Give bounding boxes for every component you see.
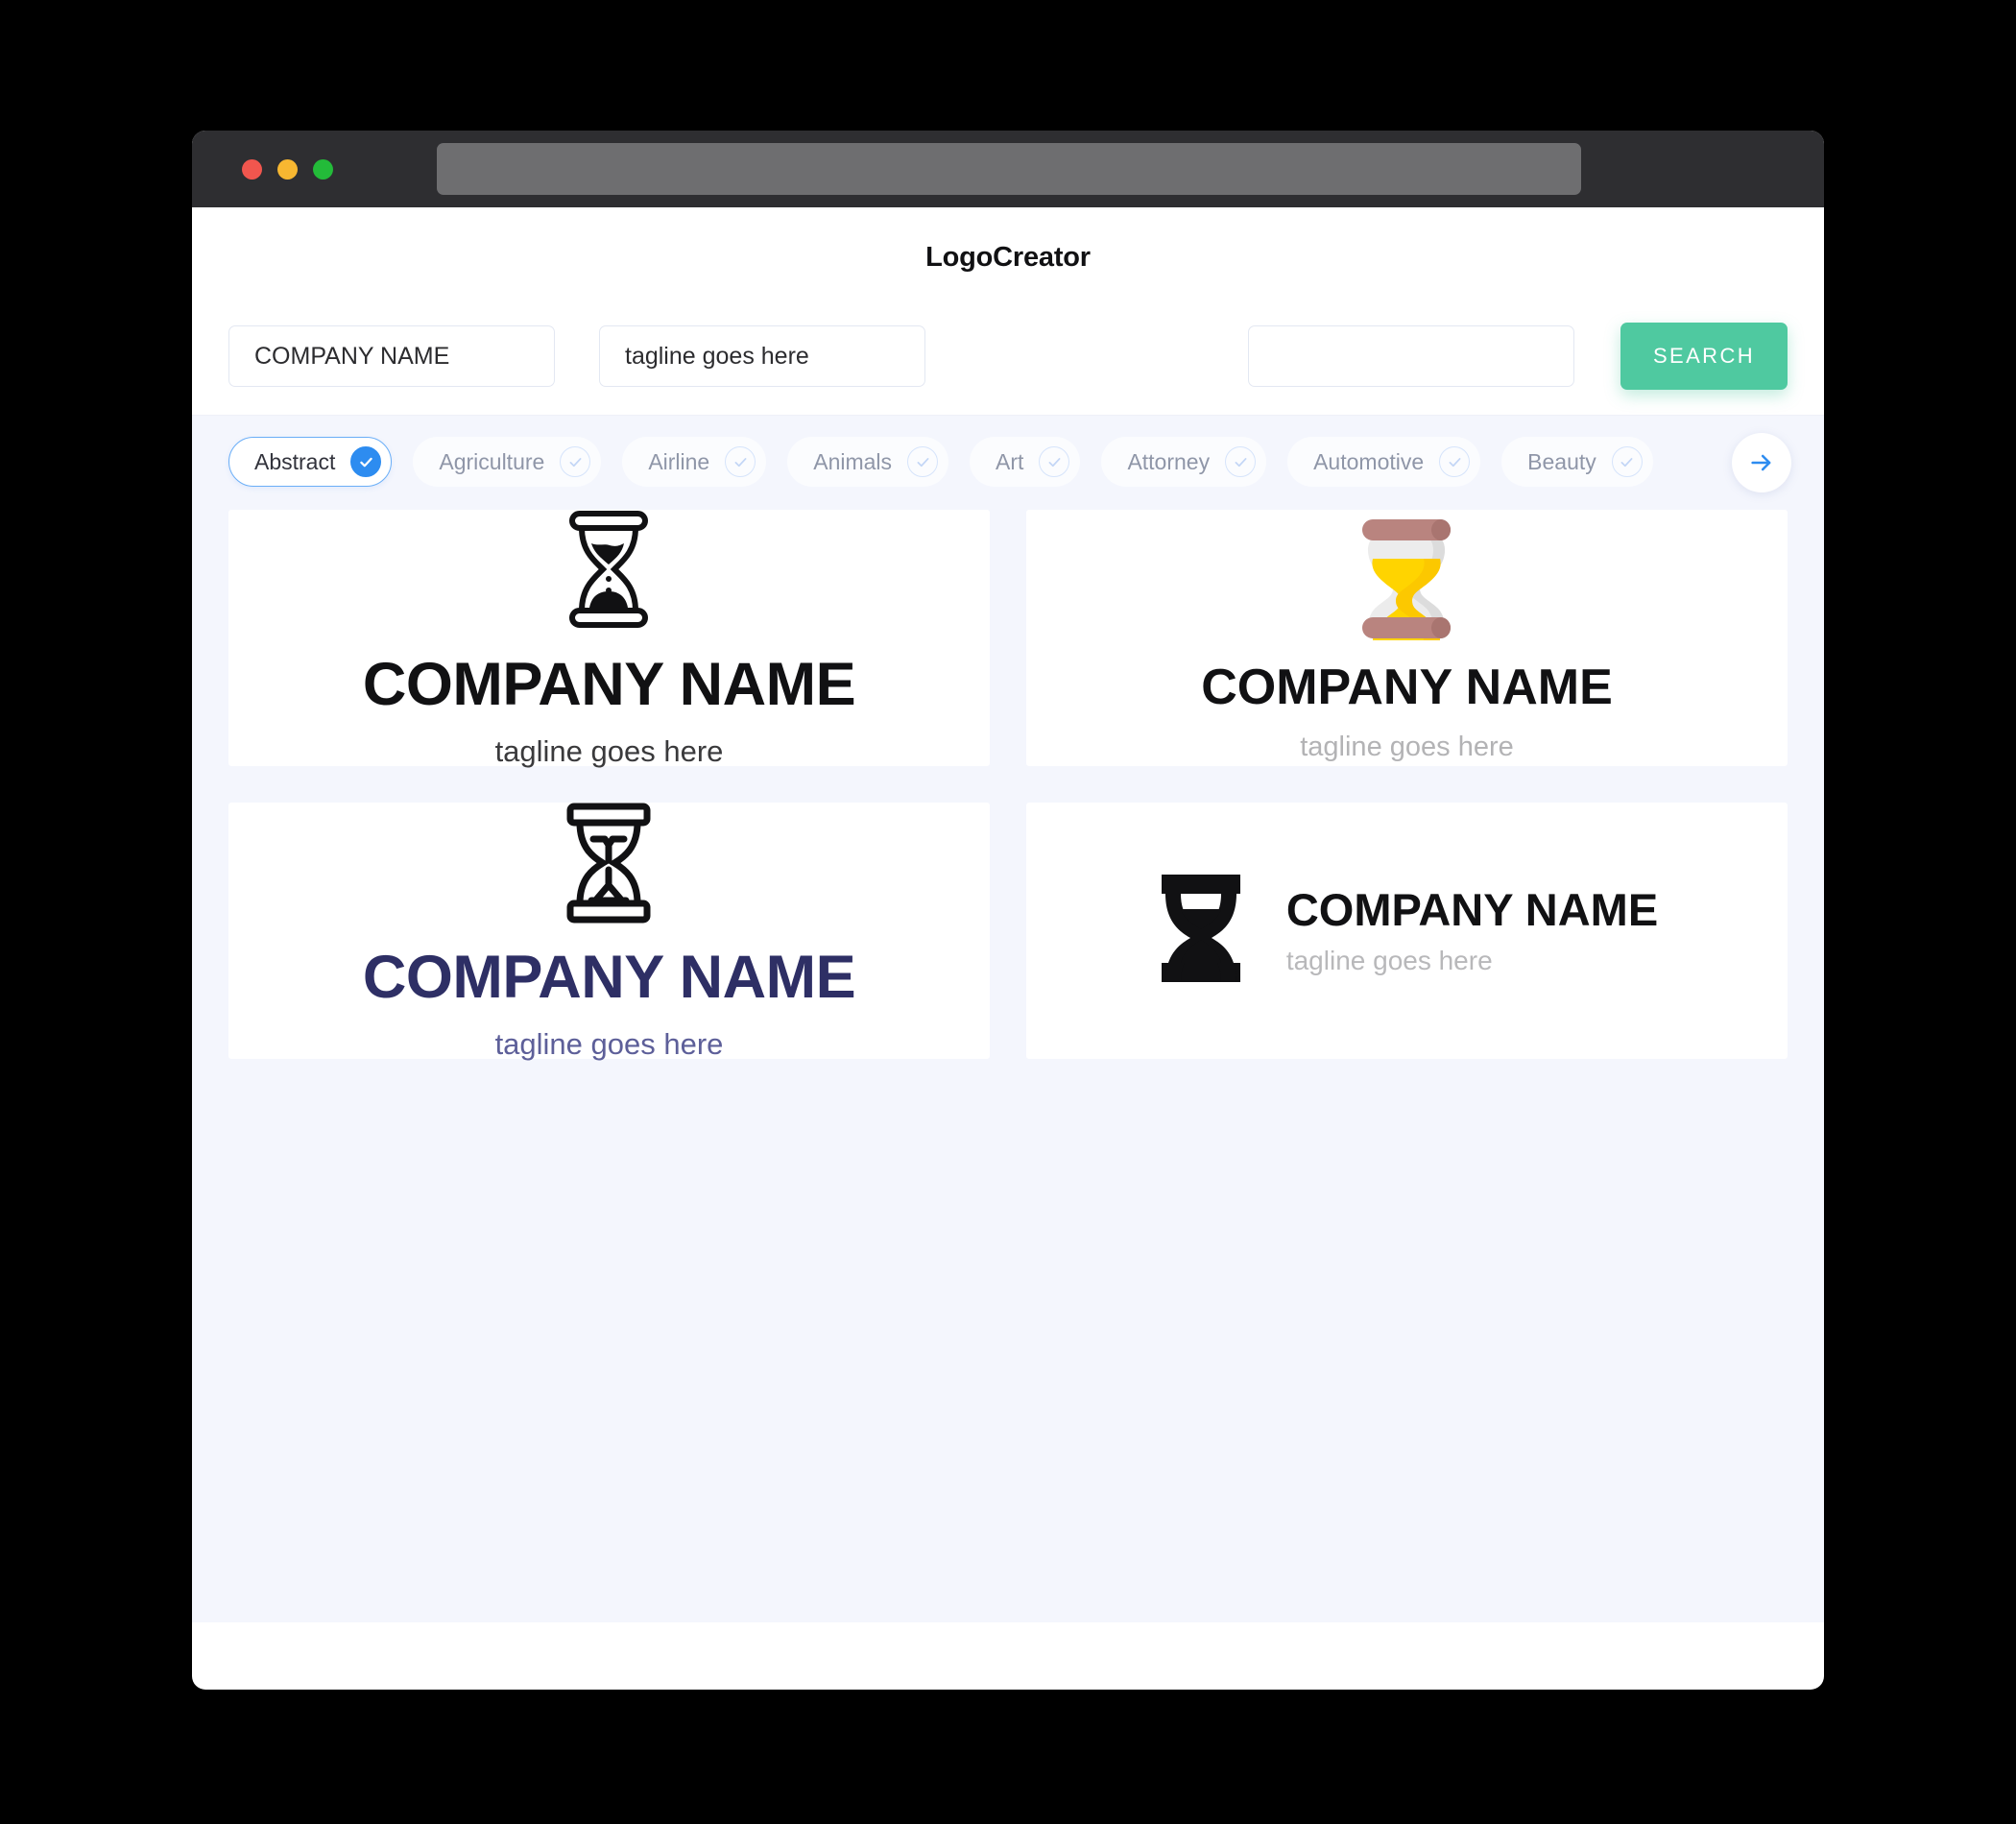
check-icon xyxy=(1039,446,1070,477)
logo-company-name: COMPANY NAME xyxy=(1285,884,1659,935)
search-toolbar: SEARCH xyxy=(192,307,1824,416)
logo-preview: COMPANY NAME tagline goes here xyxy=(362,803,856,1061)
logo-tagline: tagline goes here xyxy=(1300,731,1514,762)
logo-company-name: COMPANY NAME xyxy=(362,651,856,718)
arrow-right-icon xyxy=(1751,454,1771,471)
category-pill-attorney[interactable]: Attorney xyxy=(1101,437,1267,487)
logo-card-1[interactable]: COMPANY NAME tagline goes here xyxy=(228,510,990,766)
hourglass-outline-sand-icon xyxy=(557,510,660,634)
logo-preview: COMPANY NAME tagline goes here xyxy=(1201,516,1613,761)
browser-url-bar[interactable] xyxy=(437,143,1581,195)
screenshot-stage: LogoCreator SEARCH Abstract Agriculture xyxy=(0,0,2016,1824)
hourglass-outline-thin-icon xyxy=(559,803,659,928)
category-pill-animals[interactable]: Animals xyxy=(787,437,949,487)
minimize-window-button[interactable] xyxy=(277,158,298,180)
category-label: Beauty xyxy=(1527,448,1596,474)
logo-company-name: COMPANY NAME xyxy=(362,944,856,1011)
logo-tagline: tagline goes here xyxy=(1285,946,1493,975)
category-pill-beauty[interactable]: Beauty xyxy=(1501,437,1653,487)
logo-results-grid: COMPANY NAME tagline goes here COMPANY N… xyxy=(192,510,1824,1622)
app-header: LogoCreator xyxy=(192,207,1824,307)
category-pill-agriculture[interactable]: Agriculture xyxy=(413,437,602,487)
category-label: Art xyxy=(996,448,1024,474)
close-window-button[interactable] xyxy=(242,158,262,180)
logo-preview: COMPANY NAME tagline goes here xyxy=(1156,873,1658,989)
logo-text-block: COMPANY NAME tagline goes here xyxy=(1286,887,1658,974)
hourglass-flat-color-icon xyxy=(1353,516,1460,647)
logo-tagline: tagline goes here xyxy=(494,1027,724,1061)
company-name-input[interactable] xyxy=(228,325,555,387)
check-icon xyxy=(1439,446,1471,477)
category-pill-airline[interactable]: Airline xyxy=(622,437,767,487)
check-icon xyxy=(1225,446,1257,477)
check-icon xyxy=(350,446,382,477)
page-title: LogoCreator xyxy=(925,241,1091,273)
check-icon xyxy=(725,446,756,477)
logo-card-4[interactable]: COMPANY NAME tagline goes here xyxy=(1026,803,1788,1059)
keyword-input[interactable] xyxy=(1248,325,1574,387)
logo-card-2[interactable]: COMPANY NAME tagline goes here xyxy=(1026,510,1788,766)
category-pill-automotive[interactable]: Automotive xyxy=(1287,437,1481,487)
category-filter-bar: Abstract Agriculture Airline Animals Art… xyxy=(192,416,1824,510)
traffic-light-buttons xyxy=(242,158,333,180)
tagline-input[interactable] xyxy=(599,325,925,387)
category-label: Airline xyxy=(648,448,710,474)
logo-card-3[interactable]: COMPANY NAME tagline goes here xyxy=(228,803,990,1059)
check-icon xyxy=(560,446,591,477)
category-label: Abstract xyxy=(254,448,336,474)
check-icon xyxy=(1611,446,1643,477)
category-label: Attorney xyxy=(1127,448,1211,474)
logo-preview: COMPANY NAME tagline goes here xyxy=(362,510,856,768)
hourglass-solid-icon xyxy=(1156,873,1246,989)
maximize-window-button[interactable] xyxy=(313,158,333,180)
category-label: Animals xyxy=(813,448,893,474)
categories-next-button[interactable] xyxy=(1732,433,1791,492)
browser-window: LogoCreator SEARCH Abstract Agriculture xyxy=(192,131,1824,1690)
category-label: Agriculture xyxy=(439,448,545,474)
category-label: Automotive xyxy=(1313,448,1425,474)
category-pill-art[interactable]: Art xyxy=(970,437,1081,487)
search-button[interactable]: SEARCH xyxy=(1620,323,1788,390)
logo-company-name: COMPANY NAME xyxy=(1201,659,1613,715)
logo-tagline: tagline goes here xyxy=(494,734,724,768)
browser-titlebar xyxy=(192,131,1824,207)
check-icon xyxy=(907,446,939,477)
category-pill-abstract[interactable]: Abstract xyxy=(228,437,393,487)
